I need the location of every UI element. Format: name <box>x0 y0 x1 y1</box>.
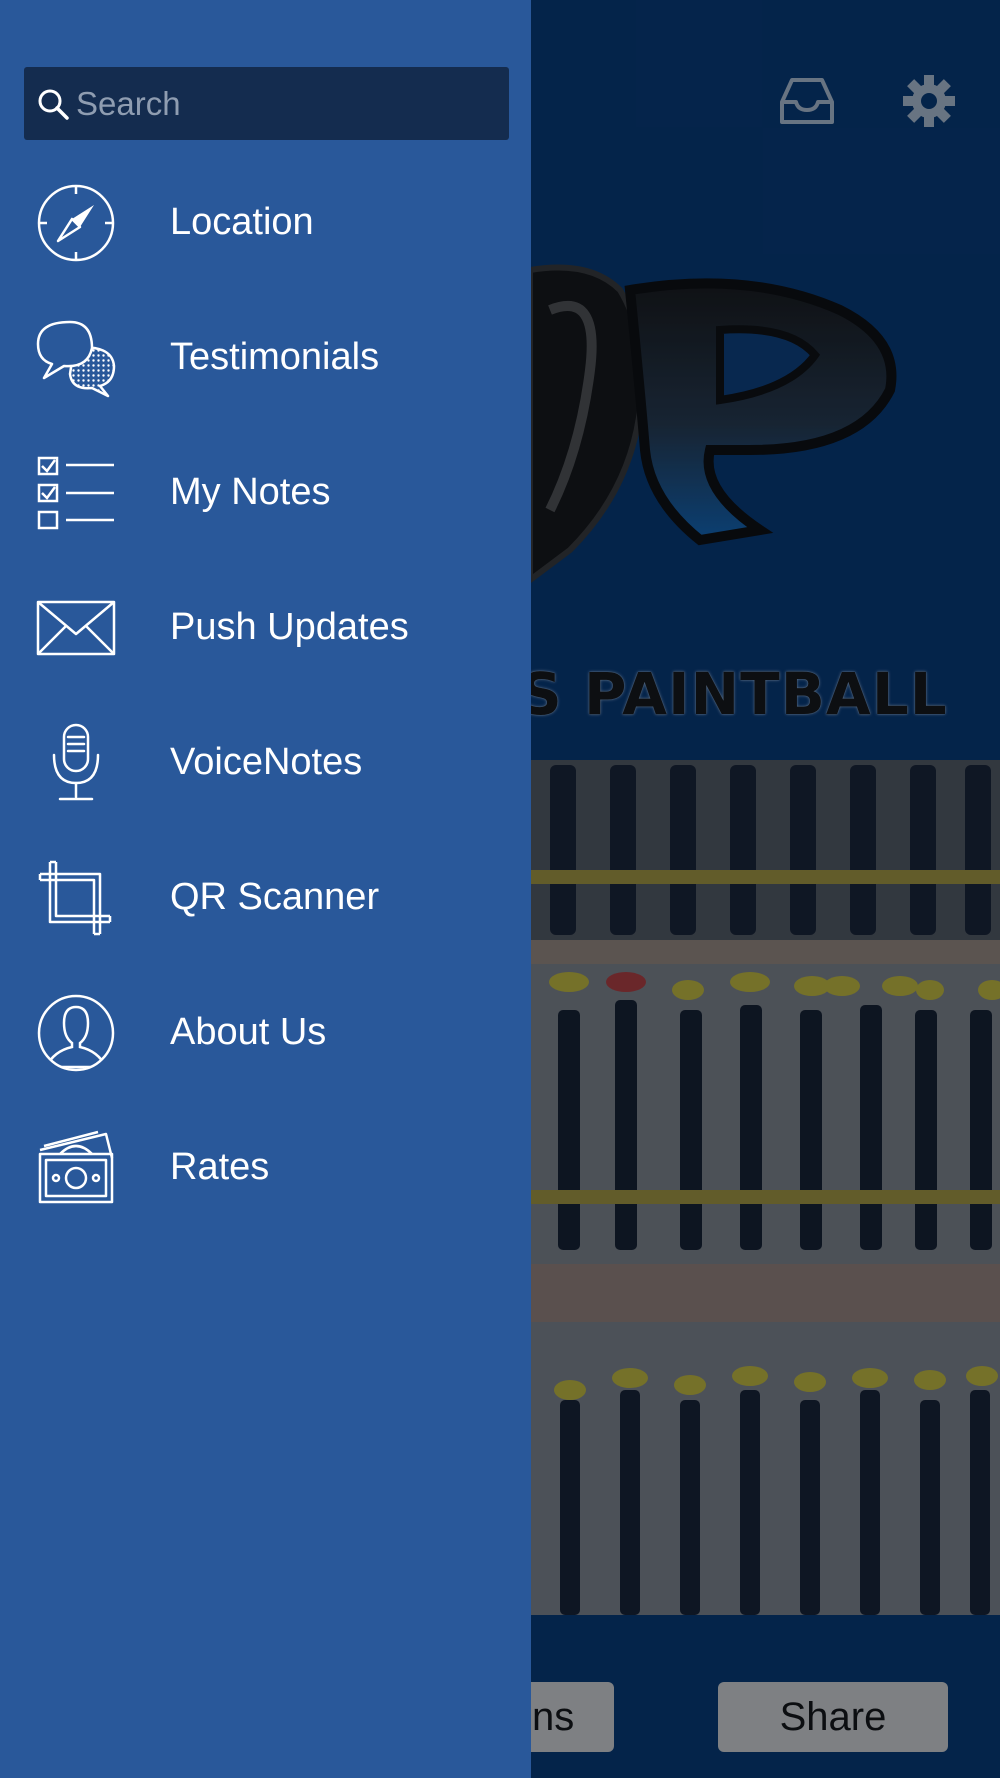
menu-item-label: Location <box>170 201 314 243</box>
speech-bubbles-icon <box>36 318 116 398</box>
microphone-icon <box>36 723 116 803</box>
menu-item-label: Push Updates <box>170 606 409 648</box>
checklist-icon <box>36 453 116 533</box>
menu-item-voicenotes[interactable]: VoiceNotes <box>0 695 531 830</box>
search-bar <box>24 67 509 140</box>
search-icon <box>30 67 76 140</box>
menu-item-label: About Us <box>170 1011 327 1053</box>
search-input[interactable] <box>76 73 476 134</box>
crop-icon <box>36 858 116 938</box>
menu-item-label: QR Scanner <box>170 876 380 918</box>
menu-item-rates[interactable]: Rates <box>0 1100 531 1235</box>
menu-item-qr-scanner[interactable]: QR Scanner <box>0 830 531 965</box>
menu-item-about-us[interactable]: About Us <box>0 965 531 1100</box>
menu-item-push-updates[interactable]: Push Updates <box>0 560 531 695</box>
menu-item-location[interactable]: Location <box>0 155 531 290</box>
menu-item-testimonials[interactable]: Testimonials <box>0 290 531 425</box>
compass-icon <box>36 183 116 263</box>
menu-item-my-notes[interactable]: My Notes <box>0 425 531 560</box>
user-icon <box>36 993 116 1073</box>
money-icon <box>36 1128 116 1208</box>
menu-item-label: Rates <box>170 1146 270 1188</box>
menu-item-label: Testimonials <box>170 336 380 378</box>
menu-item-label: VoiceNotes <box>170 741 363 783</box>
envelope-icon <box>36 588 116 668</box>
menu-item-label: My Notes <box>170 471 331 513</box>
drawer-menu: Location Testimonials My Notes Push Upda… <box>0 155 531 1235</box>
side-drawer: Location Testimonials <box>0 0 531 1778</box>
